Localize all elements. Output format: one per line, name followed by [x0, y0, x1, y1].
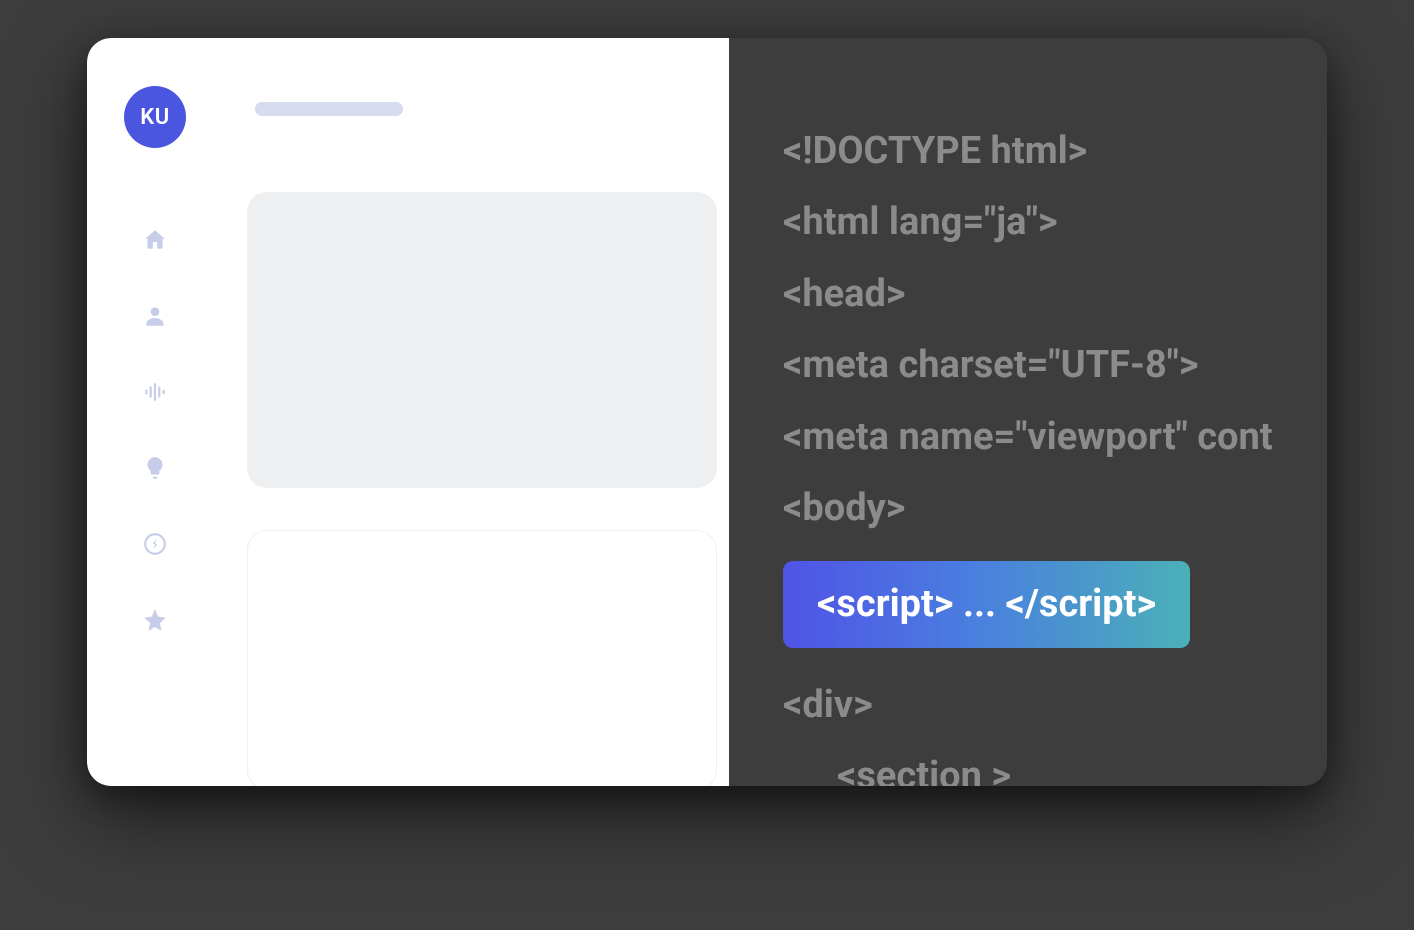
card-placeholder-1	[247, 192, 717, 488]
code-line: <body>	[783, 473, 1327, 544]
left-pane: KU	[87, 38, 729, 786]
sidebar: KU	[87, 38, 223, 786]
code-line: <meta name="viewport" cont	[783, 402, 1327, 473]
title-placeholder	[255, 102, 403, 116]
code-line: <meta charset="UTF-8">	[783, 330, 1327, 401]
script-highlight[interactable]: <script> ... </script>	[783, 561, 1190, 648]
code-line: <!DOCTYPE html>	[783, 116, 1327, 187]
code-pane: <!DOCTYPE html> <html lang="ja"> <head> …	[729, 38, 1327, 786]
app-window: KU	[87, 38, 1327, 786]
avatar-initials: KU	[140, 105, 169, 130]
avatar[interactable]: KU	[124, 86, 186, 148]
home-icon[interactable]	[141, 226, 169, 254]
code-line: <section >	[783, 741, 1327, 786]
star-icon[interactable]	[141, 606, 169, 634]
lightbulb-icon[interactable]	[141, 454, 169, 482]
code-line: <head>	[783, 259, 1327, 330]
code-block: <!DOCTYPE html> <html lang="ja"> <head> …	[783, 116, 1327, 786]
code-line: <html lang="ja">	[783, 187, 1327, 258]
person-icon[interactable]	[141, 302, 169, 330]
nav	[141, 226, 169, 634]
card-placeholder-2	[247, 530, 717, 786]
bolt-icon[interactable]	[141, 530, 169, 558]
code-line: <div>	[783, 670, 1327, 741]
content-area	[223, 38, 729, 786]
sound-icon[interactable]	[141, 378, 169, 406]
